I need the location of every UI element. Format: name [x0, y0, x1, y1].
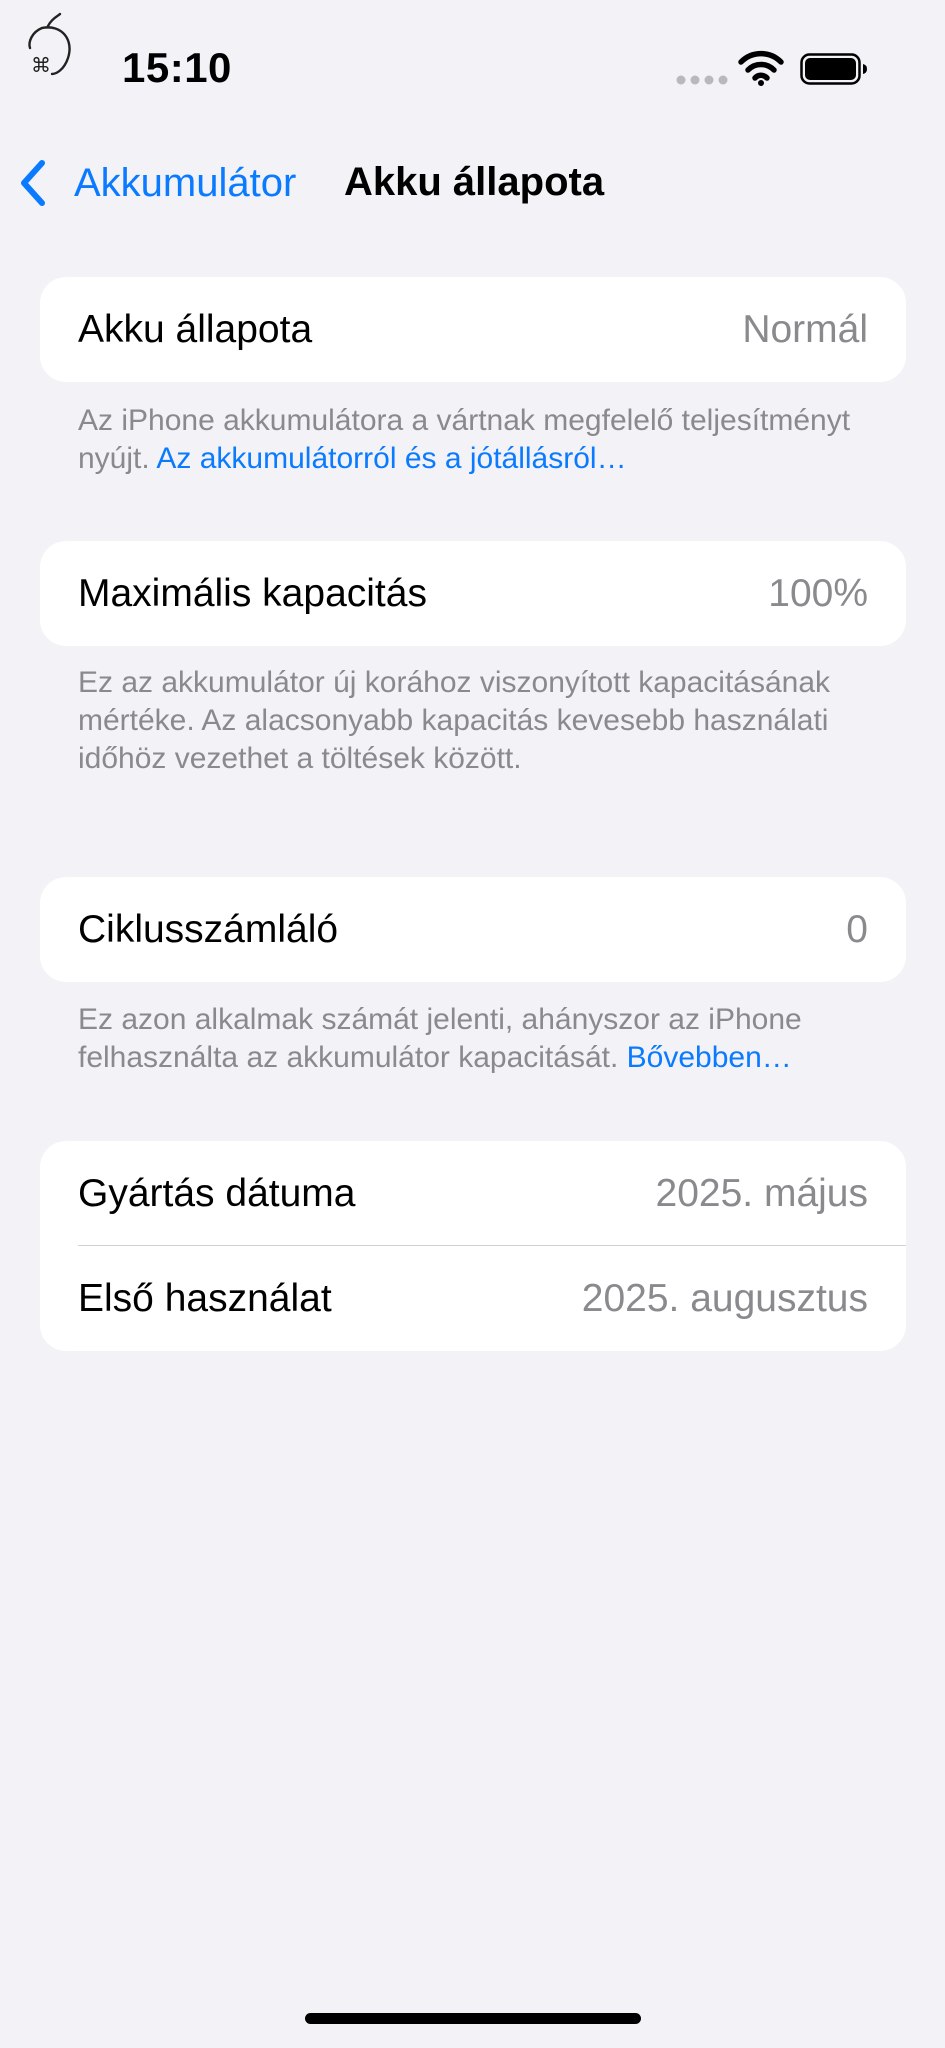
maximum-capacity-footer: Ez az akkumulátor új korához viszonyítot… [78, 664, 888, 778]
battery-health-footer: Az iPhone akkumulátora a vártnak megfele… [78, 402, 888, 478]
wifi-icon [738, 50, 784, 86]
cycle-count-row: Ciklusszámláló 0 [40, 877, 906, 982]
battery-health-row: Akku állapota Normál [40, 277, 906, 382]
learn-more-link[interactable]: Bővebben… [627, 1041, 792, 1074]
chevron-left-icon [21, 160, 45, 206]
manufacture-date-value: 2025. május [655, 1171, 868, 1215]
svg-text:⌘: ⌘ [31, 53, 51, 77]
cycle-count-label: Ciklusszámláló [78, 907, 339, 951]
battery-full-icon [800, 53, 867, 85]
page-title: Akku állapota [344, 160, 605, 204]
home-indicator[interactable] [305, 2013, 641, 2024]
maximum-capacity-label: Maximális kapacitás [78, 571, 427, 615]
cycle-count-footer: Ez azon alkalmak számát jelenti, ahánysz… [78, 1001, 888, 1077]
status-time: 15:10 [122, 44, 232, 91]
back-button-label: Akkumulátor [74, 160, 297, 205]
first-use-label: Első használat [78, 1276, 332, 1320]
maximum-capacity-footer-text: Ez az akkumulátor új korához viszonyítot… [78, 666, 831, 775]
cycle-count-card: Ciklusszámláló 0 [40, 877, 906, 982]
manufacture-date-row: Gyártás dátuma 2025. május [40, 1141, 906, 1246]
battery-warranty-link[interactable]: Az akkumulátorról és a jótállásról… [156, 442, 626, 475]
back-button[interactable]: Akkumulátor [18, 155, 296, 211]
navigation-bar: Akkumulátor Akku állapota [0, 140, 945, 220]
manufacture-date-label: Gyártás dátuma [78, 1171, 356, 1215]
cycle-count-value: 0 [846, 907, 868, 951]
maximum-capacity-value: 100% [768, 571, 868, 615]
battery-health-value: Normál [742, 307, 868, 351]
maximum-capacity-card: Maximális kapacitás 100% [40, 541, 906, 646]
battery-dates-card: Gyártás dátuma 2025. május Első használa… [40, 1141, 906, 1351]
battery-health-label: Akku állapota [78, 307, 313, 351]
battery-health-card: Akku állapota Normál [40, 277, 906, 382]
status-bar: ⌘ 15:10 [0, 0, 945, 120]
first-use-value: 2025. augusztus [581, 1276, 868, 1320]
cellular-dots-icon [676, 75, 728, 85]
maximum-capacity-row: Maximális kapacitás 100% [40, 541, 906, 646]
first-use-row: Első használat 2025. augusztus [40, 1246, 906, 1351]
apple-command-logo-icon: ⌘ [28, 12, 71, 77]
